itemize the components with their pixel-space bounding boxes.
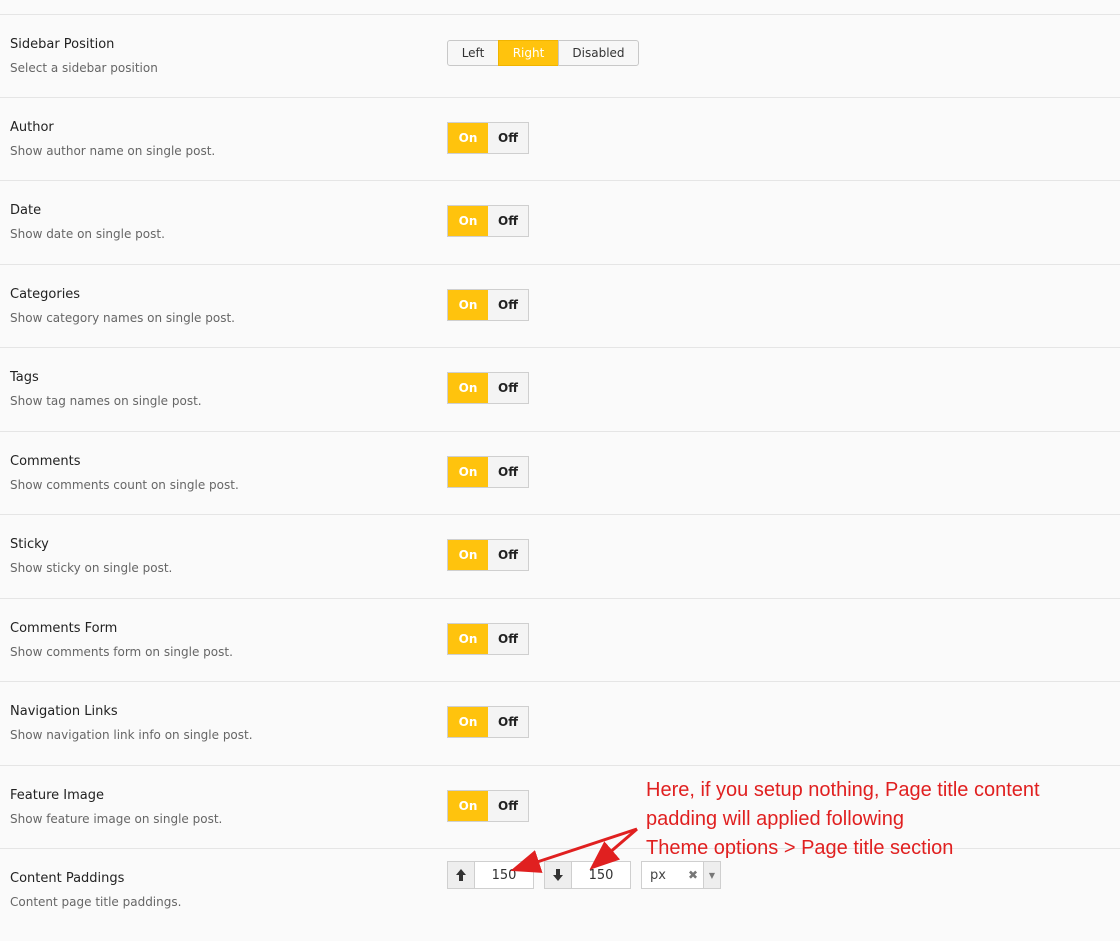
sidebar-position-buttonset: Left Right Disabled — [447, 40, 639, 66]
option-description: Select a sidebar position — [10, 61, 158, 75]
option-row-sidebar-position: Sidebar Position Select a sidebar positi… — [0, 15, 1120, 98]
chevron-down-icon[interactable]: ▼ — [703, 862, 720, 888]
padding-top-control: 150 — [447, 861, 534, 889]
toggle-off-button[interactable]: Off — [488, 206, 528, 236]
toggle-off-button[interactable]: Off — [488, 123, 528, 153]
option-description: Show date on single post. — [10, 227, 165, 241]
toggle-on-button[interactable]: On — [448, 290, 488, 320]
categories-toggle[interactable]: On Off — [447, 289, 529, 321]
toggle-on-button[interactable]: On — [448, 123, 488, 153]
navigation-links-toggle[interactable]: On Off — [447, 706, 529, 738]
comments-toggle[interactable]: On Off — [447, 456, 529, 488]
annotation-line: padding will applied following — [646, 808, 904, 830]
option-title: Comments — [10, 454, 81, 469]
toggle-on-button[interactable]: On — [448, 624, 488, 654]
annotation-line: Here, if you setup nothing, Page title c… — [646, 779, 1040, 801]
comments-form-toggle[interactable]: On Off — [447, 623, 529, 655]
option-row-date: Date Show date on single post. On Off — [0, 181, 1120, 265]
option-description: Show comments count on single post. — [10, 478, 239, 492]
option-title: Categories — [10, 287, 81, 302]
option-description: Show author name on single post. — [10, 144, 216, 158]
tags-toggle[interactable]: On Off — [447, 372, 529, 404]
option-row-categories: Categories Show category names on single… — [0, 265, 1120, 348]
option-title: Sidebar Position — [10, 37, 115, 52]
padding-top-input[interactable]: 150 — [475, 862, 533, 888]
option-description: Show comments form on single post. — [10, 645, 233, 659]
date-toggle[interactable]: On Off — [447, 205, 529, 237]
unit-value: px — [650, 867, 666, 883]
arrow-up-icon — [448, 862, 475, 888]
option-description: Show tag names on single post. — [10, 394, 202, 408]
padding-bottom-input[interactable]: 150 — [572, 862, 630, 888]
annotation-note: Here, if you setup nothing, Page title c… — [646, 776, 1040, 863]
toggle-off-button[interactable]: Off — [488, 457, 528, 487]
toggle-off-button[interactable]: Off — [488, 707, 528, 737]
option-description: Show sticky on single post. — [10, 561, 173, 575]
author-toggle[interactable]: On Off — [447, 122, 529, 154]
toggle-on-button[interactable]: On — [448, 457, 488, 487]
option-title: Navigation Links — [10, 704, 118, 719]
toggle-off-button[interactable]: Off — [488, 540, 528, 570]
sidebar-left-button[interactable]: Left — [447, 40, 499, 66]
toggle-off-button[interactable]: Off — [488, 791, 528, 821]
annotation-line: Theme options > Page title section — [646, 837, 954, 859]
option-row-tags: Tags Show tag names on single post. On O… — [0, 348, 1120, 432]
arrow-down-icon — [545, 862, 572, 888]
option-description: Show feature image on single post. — [10, 812, 223, 826]
toggle-off-button[interactable]: Off — [488, 290, 528, 320]
option-row-comments-form: Comments Form Show comments form on sing… — [0, 599, 1120, 682]
toggle-on-button[interactable]: On — [448, 373, 488, 403]
option-row-comments: Comments Show comments count on single p… — [0, 432, 1120, 515]
option-title: Feature Image — [10, 788, 104, 803]
padding-bottom-control: 150 — [544, 861, 631, 889]
feature-image-toggle[interactable]: On Off — [447, 790, 529, 822]
option-title: Comments Form — [10, 621, 118, 636]
option-row-navigation-links: Navigation Links Show navigation link in… — [0, 682, 1120, 766]
sidebar-disabled-button[interactable]: Disabled — [558, 40, 639, 66]
toggle-on-button[interactable]: On — [448, 707, 488, 737]
option-title: Author — [10, 120, 54, 135]
option-row-author: Author Show author name on single post. … — [0, 98, 1120, 181]
clear-icon[interactable]: ✖ — [684, 868, 702, 882]
option-title: Content Paddings — [10, 871, 125, 886]
option-title: Sticky — [10, 537, 49, 552]
toggle-off-button[interactable]: Off — [488, 624, 528, 654]
option-row-sticky: Sticky Show sticky on single post. On Of… — [0, 515, 1120, 599]
option-title: Tags — [10, 370, 39, 385]
option-title: Date — [10, 203, 42, 218]
toggle-on-button[interactable]: On — [448, 540, 488, 570]
sticky-toggle[interactable]: On Off — [447, 539, 529, 571]
toggle-on-button[interactable]: On — [448, 206, 488, 236]
toggle-on-button[interactable]: On — [448, 791, 488, 821]
unit-select[interactable]: px ✖ ▼ — [641, 861, 721, 889]
sidebar-right-button[interactable]: Right — [498, 40, 559, 66]
option-description: Show navigation link info on single post… — [10, 728, 253, 742]
toggle-off-button[interactable]: Off — [488, 373, 528, 403]
option-description: Content page title paddings. — [10, 895, 182, 909]
option-description: Show category names on single post. — [10, 311, 235, 325]
